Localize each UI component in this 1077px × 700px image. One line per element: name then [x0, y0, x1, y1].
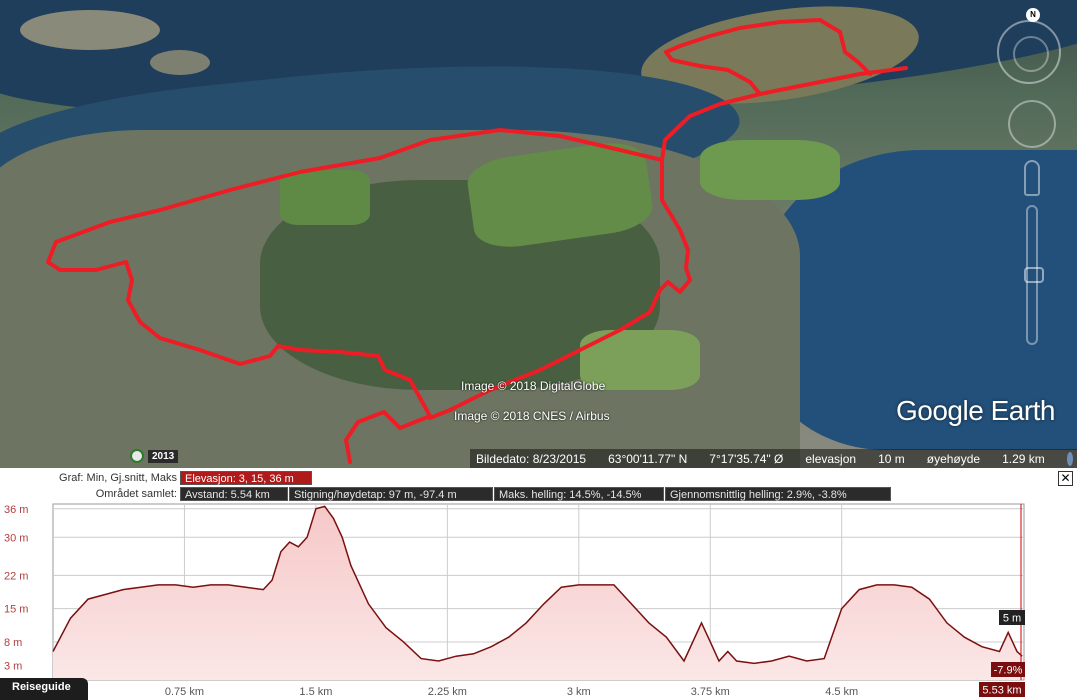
status-bar: Bildedato: 8/23/2015 63°00'11.77" N 7°17…	[470, 449, 1077, 468]
imagery-credit: Image © 2018 CNES / Airbus	[454, 409, 610, 423]
map-view[interactable]: Image © 2018 DigitalGlobe Image © 2018 C…	[0, 0, 1077, 468]
imagery-credit: Image © 2018 DigitalGlobe	[461, 379, 606, 393]
y-tick-label: 15 m	[4, 604, 28, 616]
distance-stat[interactable]: Avstand: 5.54 km	[180, 487, 288, 501]
climb-stat[interactable]: Stigning/høydetap: 97 m, -97.4 m	[289, 487, 493, 501]
x-tick-label: 4.5 km	[825, 686, 858, 698]
navigation-controls[interactable]: N	[994, 5, 1074, 350]
avg-slope-stat[interactable]: Gjennomsnittlig helling: 2.9%, -3.8%	[665, 487, 891, 501]
tab-reiseguide[interactable]: Reiseguide	[0, 678, 88, 700]
elevation-chart-svg[interactable]: 3 m 8 m 15 m 22 m 30 m 36 m 0.75 km 1.5 km 2.25 …	[0, 502, 1077, 700]
x-tick-label: 1.5 km	[299, 686, 332, 698]
track-path[interactable]	[46, 18, 908, 464]
graph-row: Graf: Min, Gj.snitt, Maks Elevasjon: 3, …	[0, 471, 313, 485]
elevation-chart[interactable]: 3 m 8 m 15 m 22 m 30 m 36 m 0.75 km 1.5 km 2.25 …	[0, 502, 1077, 700]
elevation-label: elevasjon	[805, 451, 857, 466]
max-slope-stat[interactable]: Maks. helling: 14.5%, -14.5%	[494, 487, 664, 501]
google-earth-logo: Google Earth	[896, 395, 1056, 426]
look-around-control[interactable]	[997, 20, 1061, 84]
imagery-date: Bildedato: 8/23/2015	[476, 451, 587, 466]
north-icon[interactable]: N	[1026, 8, 1040, 22]
graph-label: Graf: Min, Gj.snitt, Maks	[59, 472, 177, 484]
street-view-pegman-icon[interactable]	[1024, 160, 1040, 196]
eye-altitude-value: 1.29 km	[1002, 451, 1045, 466]
historical-imagery-badge[interactable]: 2013	[130, 449, 179, 463]
elevation-stat-box[interactable]: Elevasjon: 3, 15, 36 m	[180, 471, 312, 485]
eye-altitude-label: øyehøyde	[926, 451, 981, 466]
elevation-profile-panel: Graf: Min, Gj.snitt, Maks Elevasjon: 3, …	[0, 468, 1077, 700]
y-tick-label: 22 m	[4, 570, 28, 582]
close-button[interactable]: ✕	[1058, 471, 1073, 486]
x-tick-label: 2.25 km	[428, 686, 467, 698]
cursor-distance-readout: 5.53 km	[982, 685, 1021, 697]
streaming-icon	[1066, 451, 1073, 466]
summary-row: Området samlet: Avstand: 5.54 km Stignin…	[0, 487, 892, 501]
y-tick-label: 3 m	[4, 661, 22, 673]
imagery-year: 2013	[148, 449, 179, 463]
y-tick-label: 36 m	[4, 504, 28, 516]
y-tick-label: 8 m	[4, 637, 22, 649]
y-tick-label: 30 m	[4, 532, 28, 544]
zoom-slider[interactable]	[1024, 205, 1044, 345]
cursor-elevation-readout: 5 m	[1003, 613, 1021, 625]
x-tick-label: 0.75 km	[165, 686, 204, 698]
move-control[interactable]	[1008, 100, 1056, 148]
x-tick-label: 3 km	[567, 686, 591, 698]
elevation-value: 10 m	[878, 451, 905, 466]
latitude-readout: 63°00'11.77" N	[608, 451, 688, 466]
clock-icon	[130, 449, 144, 463]
longitude-readout: 7°17'35.74" Ø	[709, 451, 784, 466]
x-tick-label: 3.75 km	[691, 686, 730, 698]
cursor-slope-readout: -7.9%	[994, 665, 1023, 677]
summary-label: Området samlet:	[95, 488, 177, 500]
